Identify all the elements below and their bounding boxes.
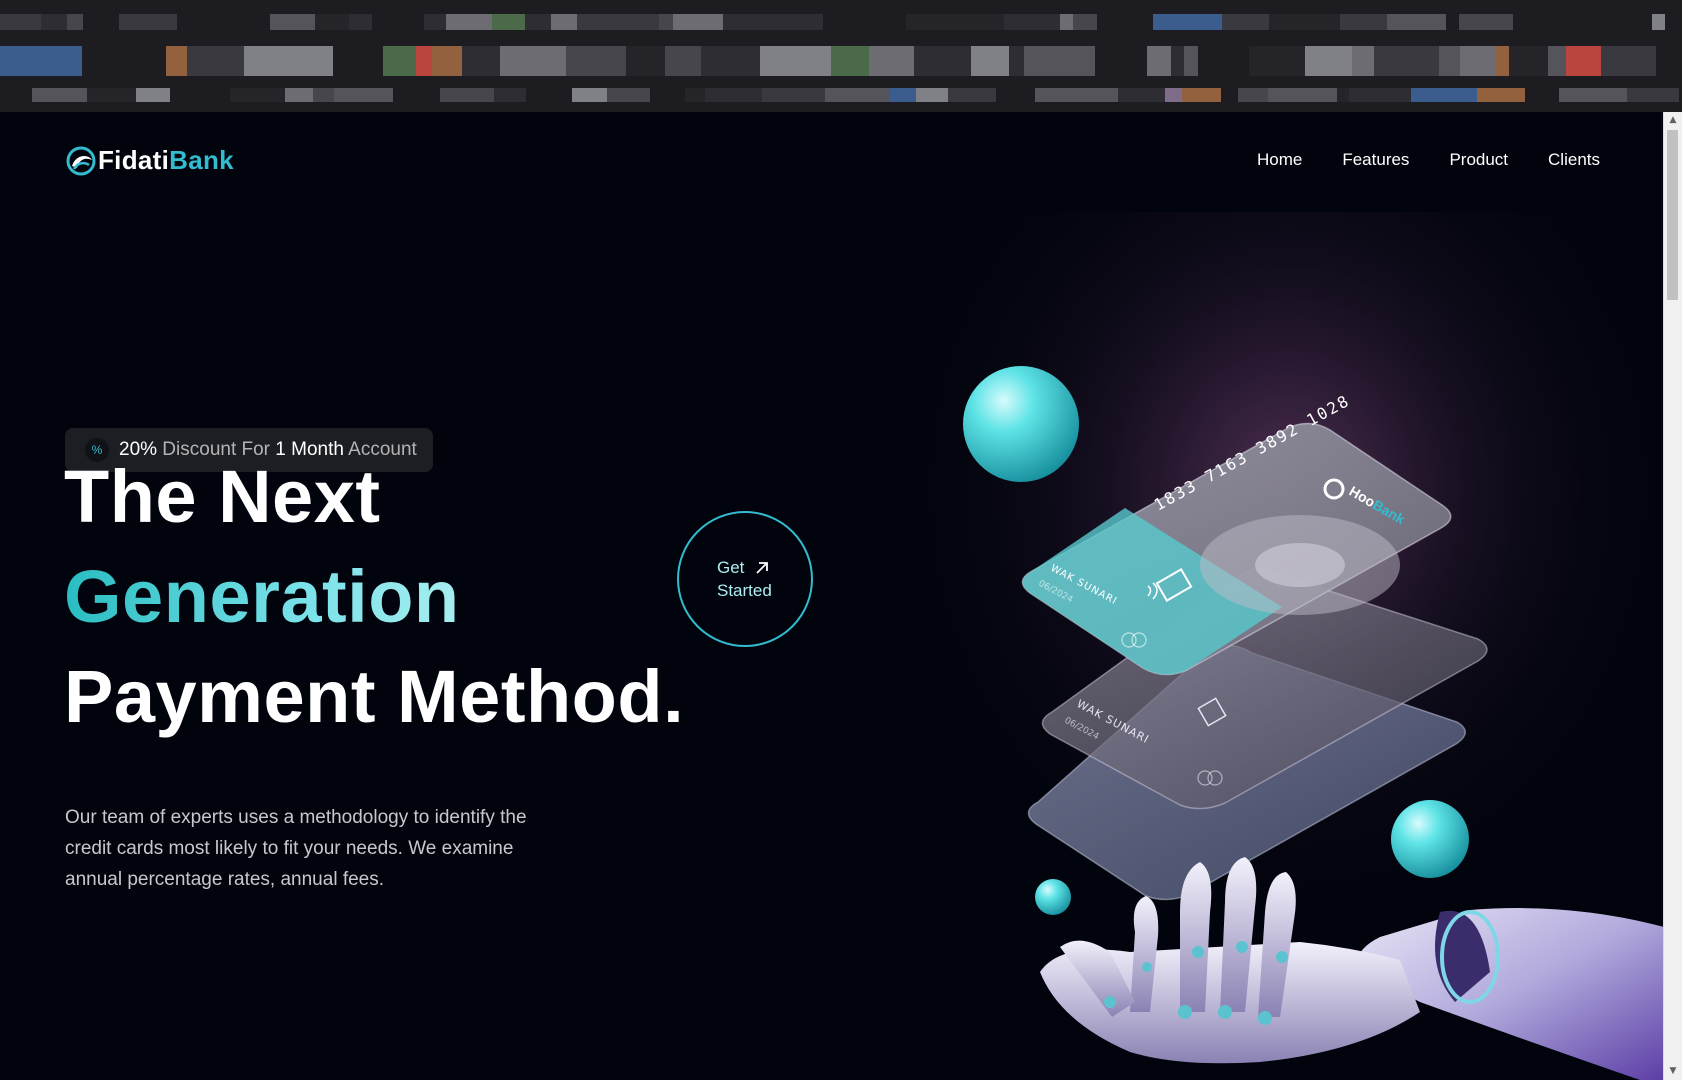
logo-wave-icon <box>66 146 96 175</box>
vertical-scrollbar[interactable]: ▲ ▼ <box>1663 112 1682 1080</box>
arrow-up-right-icon <box>756 561 769 574</box>
nav-product[interactable]: Product <box>1449 150 1508 170</box>
sphere-small <box>1035 879 1071 915</box>
nav-clients[interactable]: Clients <box>1548 150 1600 170</box>
headline-line-1: The Next <box>64 455 381 538</box>
browser-chrome <box>0 0 1682 113</box>
sphere-top <box>963 366 1079 482</box>
get-started-label-1: Get <box>717 558 745 577</box>
page-viewport: Fidati Bank Home Features Product Clients… <box>0 112 1664 1080</box>
scrollbar-thumb[interactable] <box>1667 130 1678 300</box>
main-nav: Home Features Product Clients <box>1257 150 1600 170</box>
scroll-down-icon[interactable]: ▼ <box>1664 1063 1682 1080</box>
get-started-label-2: Started <box>717 581 772 600</box>
scroll-up-icon[interactable]: ▲ <box>1664 112 1682 129</box>
logo-text-fidati: Fidati <box>98 145 170 175</box>
logo[interactable]: Fidati Bank <box>66 145 234 176</box>
hero-description: Our team of experts uses a methodology t… <box>65 807 527 890</box>
get-started-button[interactable]: Get Started <box>677 511 813 647</box>
nav-home[interactable]: Home <box>1257 150 1302 170</box>
hero-illustration: WAK SUNARI 06/2024 1833 7163 3892 1028 H… <box>880 212 1664 1080</box>
logo-text-bank: Bank <box>169 145 234 175</box>
headline-line-3: Payment Method. <box>64 655 685 738</box>
headline-line-2: Generation <box>64 555 460 638</box>
nav-features[interactable]: Features <box>1342 150 1409 170</box>
sphere-right <box>1391 800 1469 878</box>
